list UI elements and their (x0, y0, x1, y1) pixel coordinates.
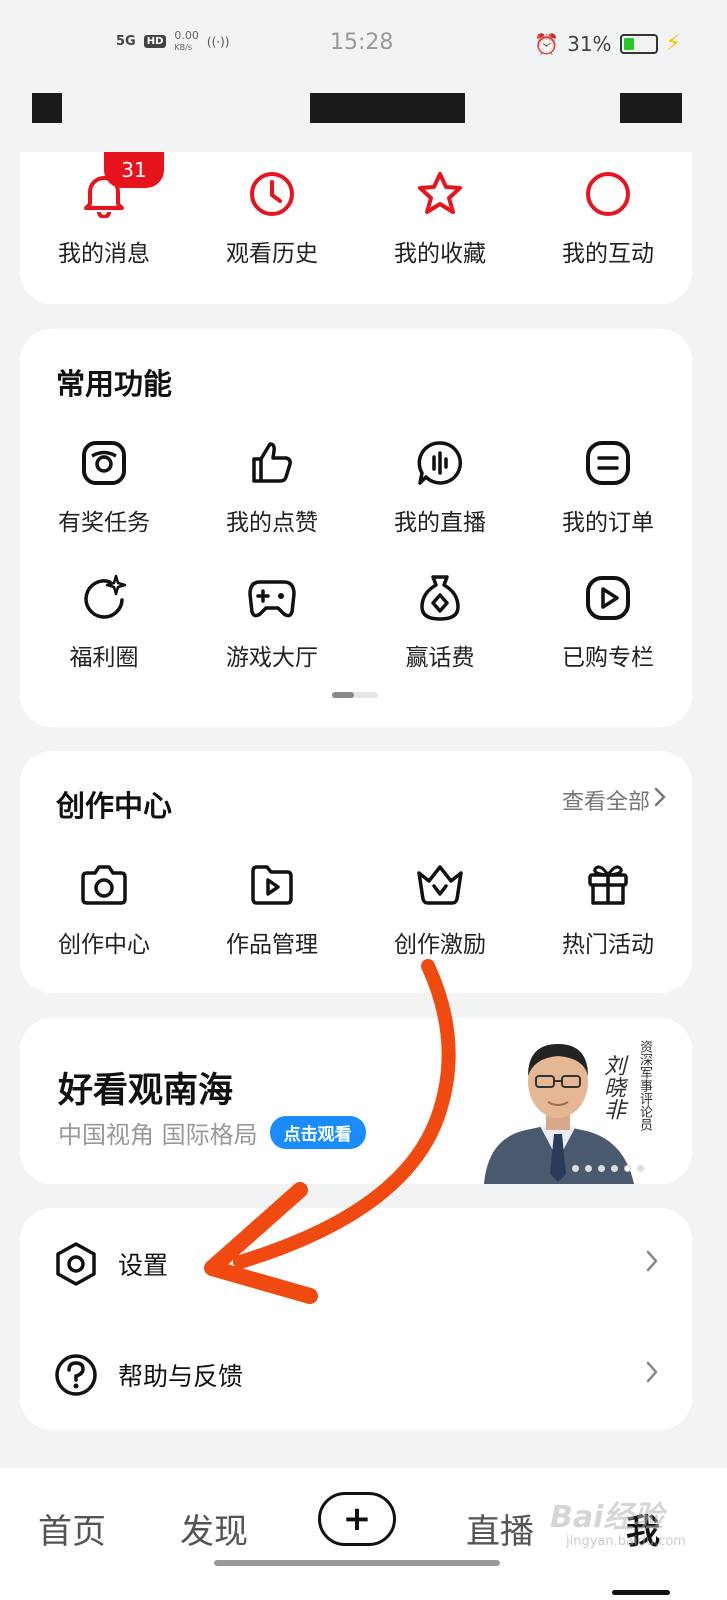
create-button[interactable]: + (318, 1492, 396, 1546)
thumbs-up-icon (246, 437, 298, 489)
settings-label: 设置 (118, 1250, 169, 1280)
my-likes-button[interactable]: 我的点赞 (188, 437, 356, 537)
signal-label: 5G (116, 34, 136, 49)
gift-icon (582, 859, 634, 911)
game-hall-button[interactable]: 游戏大厅 (188, 572, 356, 672)
promo-subtitle: 中国视角 国际格局 (58, 1121, 258, 1149)
common-functions-card: 常用功能 有奖任务 我的点赞 我的直播 我的订单 福利圈 游戏大厅 赢话费 已购… (20, 329, 692, 727)
chevron-right-icon (646, 1361, 658, 1387)
nav-live[interactable]: 直播 (466, 1504, 534, 1553)
network-speed: 0.00 KB/s (174, 29, 199, 52)
help-icon (50, 1349, 102, 1401)
creator-center-title: 创作中心 (56, 789, 173, 823)
clock-icon (246, 168, 298, 220)
page-indicator (332, 692, 378, 698)
game-hall-label: 游戏大厅 (226, 645, 318, 671)
help-feedback-row[interactable]: 帮助与反馈 (20, 1319, 692, 1430)
battery-percent: 31% (567, 31, 612, 56)
common-functions-title: 常用功能 (56, 367, 173, 401)
watch-now-button[interactable]: 点击观看 (269, 1116, 366, 1149)
settings-hex-icon (50, 1238, 102, 1290)
my-orders-label: 我的订单 (562, 510, 654, 536)
watch-history-button[interactable]: 观看历史 (188, 168, 356, 268)
my-messages-button[interactable]: 我的消息 (20, 168, 188, 268)
settings-row[interactable]: 设置 (20, 1208, 692, 1319)
redacted-back-area (32, 93, 62, 123)
clock: 15:28 (330, 30, 394, 55)
my-orders-button[interactable]: 我的订单 (524, 437, 692, 537)
crown-icon (414, 859, 466, 911)
battery-indicators: ⏰ 31% ⚡ (534, 31, 681, 56)
folder-play-icon (246, 859, 298, 911)
live-icon (414, 437, 466, 489)
my-live-button[interactable]: 我的直播 (356, 437, 524, 537)
watermark: Bai经验 (550, 1500, 664, 1535)
commentator-caption: 资深军事评论员 (637, 1040, 652, 1131)
my-favorites-label: 我的收藏 (394, 241, 486, 267)
creator-incentive-label: 创作激励 (394, 932, 486, 958)
watch-history-label: 观看历史 (226, 241, 318, 267)
star-icon (414, 168, 466, 220)
network-indicators: 5G HD 0.00 KB/s ((·)) (116, 30, 229, 53)
works-management-button[interactable]: 作品管理 (188, 859, 356, 959)
welfare-circle-label: 福利圈 (69, 645, 139, 671)
creator-center-label: 创作中心 (58, 932, 150, 958)
purchased-column-icon (582, 572, 634, 624)
camera-icon (78, 859, 130, 911)
commentator-name: 刘晓非 (600, 1054, 625, 1120)
welfare-icon (78, 572, 130, 624)
promo-banner[interactable]: 好看观南海 中国视角 国际格局 点击观看 刘晓非 资深军事评论员 (20, 1018, 692, 1184)
redacted-action (620, 93, 682, 123)
chevron-right-icon (646, 1250, 658, 1276)
quick-access-card: 我的消息 观看历史 我的收藏 我的互动 31 (20, 152, 692, 304)
battery-icon (619, 33, 658, 54)
active-tab-indicator (612, 1590, 670, 1595)
creator-center-card: 创作中心 查看全部 创作中心 作品管理 创作激励 热门活动 (20, 751, 692, 993)
status-bar: 5G HD 0.00 KB/s ((·)) 15:28 ⏰ 31% ⚡ (0, 0, 727, 85)
hot-events-label: 热门活动 (562, 932, 654, 958)
help-feedback-label: 帮助与反馈 (118, 1361, 244, 1391)
hot-events-button[interactable]: 热门活动 (524, 859, 692, 959)
gamepad-icon (246, 572, 298, 624)
reward-task-button[interactable]: 有奖任务 (20, 437, 188, 537)
home-indicator[interactable] (214, 1560, 500, 1566)
watermark-url: jingyan.baidu.com (566, 1534, 686, 1549)
creator-center-button[interactable]: 创作中心 (20, 859, 188, 959)
my-live-label: 我的直播 (394, 510, 486, 536)
chevron-right-icon (654, 787, 666, 813)
hd-badge: HD (143, 35, 167, 48)
reward-task-label: 有奖任务 (58, 510, 150, 536)
circle-icon (582, 168, 634, 220)
settings-list-card: 设置 帮助与反馈 (20, 1208, 692, 1430)
charging-icon: ⚡ (665, 31, 681, 56)
my-messages-label: 我的消息 (58, 241, 150, 267)
promo-title: 好看观南海 (58, 1071, 234, 1111)
nav-home[interactable]: 首页 (38, 1504, 106, 1553)
unread-badge: 31 (104, 152, 164, 188)
carousel-dots (572, 1165, 644, 1172)
reward-task-icon (78, 437, 130, 489)
win-phone-credit-button[interactable]: 赢话费 (356, 572, 524, 672)
nav-discover[interactable]: 发现 (180, 1504, 248, 1553)
works-management-label: 作品管理 (226, 932, 318, 958)
my-interactions-label: 我的互动 (562, 241, 654, 267)
see-all-label: 查看全部 (561, 790, 650, 815)
alarm-icon: ⏰ (534, 31, 560, 56)
purchased-column-button[interactable]: 已购专栏 (524, 572, 692, 672)
order-icon (582, 437, 634, 489)
welfare-circle-button[interactable]: 福利圈 (20, 572, 188, 672)
my-favorites-button[interactable]: 我的收藏 (356, 168, 524, 268)
redacted-title (310, 93, 465, 123)
money-bag-icon (414, 572, 466, 624)
win-phone-credit-label: 赢话费 (405, 645, 475, 671)
my-interactions-button[interactable]: 我的互动 (524, 168, 692, 268)
promo-subtitle-row: 中国视角 国际格局 点击观看 (58, 1115, 366, 1150)
wifi-icon: ((·)) (206, 34, 230, 49)
my-likes-label: 我的点赞 (226, 510, 318, 536)
purchased-column-label: 已购专栏 (562, 645, 654, 671)
see-all-link[interactable]: 查看全部 (562, 784, 666, 816)
creator-incentive-button[interactable]: 创作激励 (356, 859, 524, 959)
